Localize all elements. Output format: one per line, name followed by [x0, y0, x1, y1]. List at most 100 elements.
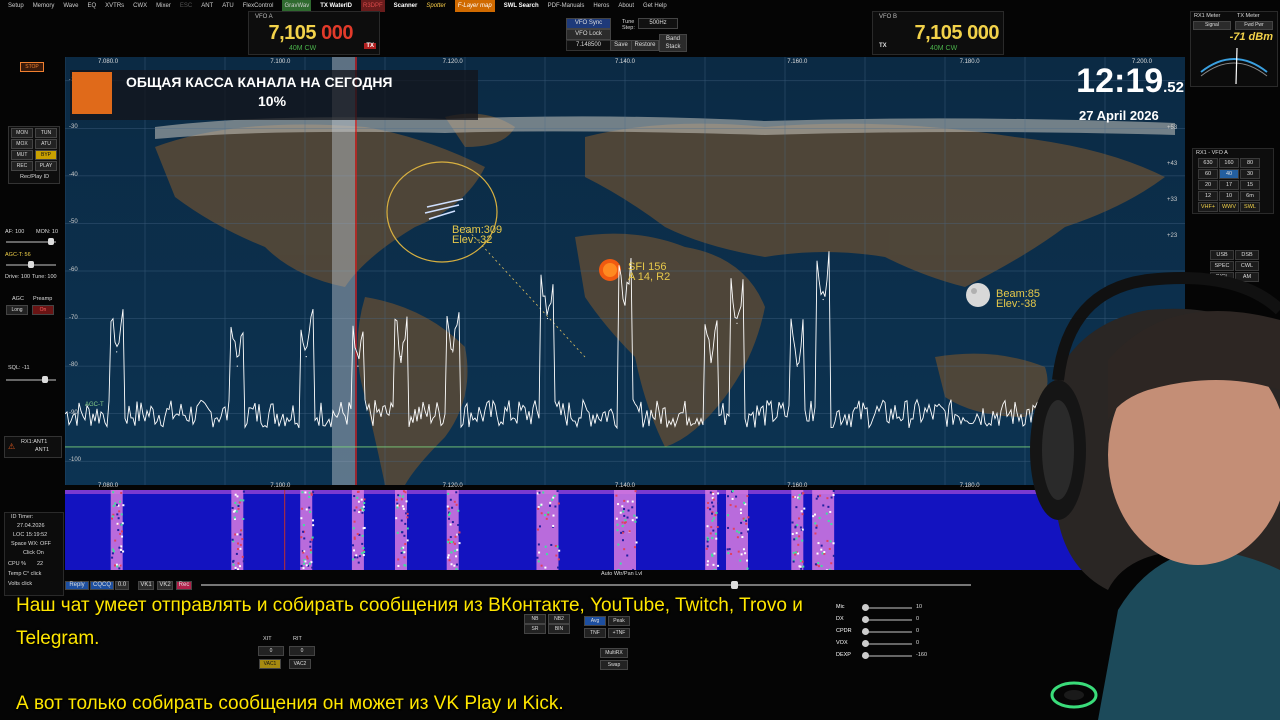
- vfo-sync-button[interactable]: VFO Sync: [566, 18, 611, 29]
- band-button-30[interactable]: 30: [1240, 169, 1260, 179]
- spectrum-peak: [710, 360, 712, 362]
- cqcq-button[interactable]: CQCQ: [90, 581, 114, 590]
- peak-button[interactable]: Peak: [608, 616, 630, 626]
- multirx-button[interactable]: MultiRX: [600, 648, 628, 658]
- left-button-mox[interactable]: MOX: [11, 139, 33, 149]
- vfo-b-panel[interactable]: VFO B 7,105 000 40M CW TX: [872, 11, 1004, 55]
- dx-value: 0: [916, 616, 920, 622]
- swap-button[interactable]: Swap: [600, 660, 628, 670]
- db-right-tick-label: +53: [1167, 125, 1178, 131]
- vfo-b-frequency[interactable]: 7,105 000: [915, 22, 1000, 45]
- vac2-button[interactable]: VAC2: [289, 659, 311, 669]
- menu-item-xvtrs[interactable]: XVTRs: [105, 0, 124, 12]
- af-slider[interactable]: [6, 238, 56, 245]
- sr-button[interactable]: SR: [524, 624, 546, 634]
- cpdr-slider[interactable]: [862, 628, 912, 635]
- menu-item-pdf-manuals[interactable]: PDF-Manuals: [548, 0, 585, 12]
- left-button-mut[interactable]: MUT: [11, 150, 33, 160]
- menu-item-get-help[interactable]: Get Help: [643, 0, 667, 12]
- menu-item-atu[interactable]: ATU: [222, 0, 234, 12]
- band-button-wwv[interactable]: WWV: [1219, 202, 1239, 212]
- db-tick-label: -100: [69, 457, 82, 464]
- band-button-17[interactable]: 17: [1219, 180, 1239, 190]
- pan-slider[interactable]: [201, 581, 971, 589]
- menu-item-eq[interactable]: EQ: [87, 0, 96, 12]
- restore-button[interactable]: Restore: [631, 40, 659, 51]
- band-button-20[interactable]: 20: [1198, 180, 1218, 190]
- xit-value[interactable]: 0: [258, 646, 284, 656]
- antenna-box[interactable]: ⚠ RX1:ANT1 ANT1: [4, 436, 62, 458]
- reply-button[interactable]: Reply: [65, 581, 89, 590]
- tx-meter-select[interactable]: Fwd Pwr: [1235, 21, 1273, 30]
- tune-step-select[interactable]: 500Hz: [638, 18, 678, 29]
- vfo-a-frequency[interactable]: 7,105 000: [269, 22, 354, 45]
- menu-item-memory[interactable]: Memory: [33, 0, 55, 12]
- vfo-b-tx-badge[interactable]: TX: [877, 43, 889, 49]
- menu-item-mixer[interactable]: Mixer: [156, 0, 171, 12]
- agc-slider[interactable]: [6, 261, 56, 268]
- vfo-a-panel[interactable]: VFO A 7,105 000 40M CW TX: [248, 11, 380, 55]
- volts-label[interactable]: Volts click: [8, 581, 32, 587]
- squelch-slider[interactable]: [6, 376, 56, 383]
- band-button-10[interactable]: 10: [1219, 191, 1239, 201]
- menu-item-f-layer-map[interactable]: F-Layer map: [454, 0, 495, 12]
- rec-button[interactable]: Rec: [176, 581, 192, 590]
- spectrum-peak: [624, 303, 626, 305]
- vfo-a-tx-badge[interactable]: TX: [364, 43, 376, 49]
- menu-item-cwx[interactable]: CWX: [133, 0, 147, 12]
- left-button-rec[interactable]: REC: [11, 161, 33, 171]
- vk1-button[interactable]: VK1: [138, 581, 154, 590]
- menu-item-esc[interactable]: ESC: [180, 0, 192, 12]
- left-button-byp[interactable]: BYP: [35, 150, 57, 160]
- menu-item-spotter[interactable]: Spotter: [426, 0, 445, 12]
- avg-button[interactable]: Avg: [584, 616, 606, 626]
- rx-meter-select[interactable]: Signal: [1193, 21, 1231, 30]
- band-panel: RX1 - VFO A 630 160 80 60 40 30 20 17 15 12 10 6m VH…: [1192, 148, 1274, 214]
- vfo-controls: VFO Sync VFO Lock 7.148500 Tune Step: 50…: [566, 15, 687, 53]
- band-button-80[interactable]: 80: [1240, 158, 1260, 168]
- mic-slider[interactable]: [862, 604, 912, 611]
- agc-mode-select[interactable]: Long: [6, 305, 28, 315]
- bin-button[interactable]: BIN: [548, 624, 570, 634]
- band-button-vhf[interactable]: VHF+: [1198, 202, 1218, 212]
- value-field[interactable]: 0.0: [115, 581, 129, 590]
- waterfall-display[interactable]: [65, 490, 1100, 570]
- left-button-play[interactable]: PLAY: [35, 161, 57, 171]
- temp-label[interactable]: Temp C° click: [8, 571, 41, 577]
- dx-slider[interactable]: [862, 616, 912, 623]
- band-stack-button[interactable]: Band Stack: [659, 34, 687, 52]
- click-on[interactable]: Click On: [23, 550, 44, 556]
- band-button-60[interactable]: 60: [1198, 169, 1218, 179]
- plus-tnf-button[interactable]: +TNF: [608, 628, 630, 638]
- vfo-lock-button[interactable]: VFO Lock: [566, 29, 611, 40]
- vox-slider[interactable]: [862, 640, 912, 647]
- band-button-15[interactable]: 15: [1240, 180, 1260, 190]
- band-button-40[interactable]: 40: [1219, 169, 1239, 179]
- spectrum-peak: [546, 317, 549, 320]
- left-button-mon[interactable]: MON: [11, 128, 33, 138]
- save-button[interactable]: Save: [610, 40, 632, 51]
- left-button-tun[interactable]: TUN: [35, 128, 57, 138]
- band-button-swl[interactable]: SWL: [1240, 202, 1260, 212]
- band-button-160[interactable]: 160: [1219, 158, 1239, 168]
- vac1-button[interactable]: VAC1: [259, 659, 281, 669]
- dexp-slider[interactable]: [862, 652, 912, 659]
- band-button-6m[interactable]: 6m: [1240, 191, 1260, 201]
- menu-item-heros[interactable]: Heros: [593, 0, 609, 12]
- band-button-630[interactable]: 630: [1198, 158, 1218, 168]
- menu-item-about[interactable]: About: [618, 0, 634, 12]
- left-button-atu[interactable]: ATU: [35, 139, 57, 149]
- menu-item-ant[interactable]: ANT: [201, 0, 213, 12]
- preamp-select[interactable]: On: [32, 305, 54, 315]
- menu-item-wave[interactable]: Wave: [63, 0, 78, 12]
- menu-item-setup[interactable]: Setup: [8, 0, 24, 12]
- menu-item-scanner[interactable]: Scanner: [394, 0, 418, 12]
- vk2-button[interactable]: VK2: [157, 581, 173, 590]
- tnf-button[interactable]: TNF: [584, 628, 606, 638]
- spectrum-peak: [796, 365, 798, 367]
- band-button-12[interactable]: 12: [1198, 191, 1218, 201]
- loc-time: LOC 15:19:52: [13, 532, 48, 538]
- rit-value[interactable]: 0: [289, 646, 315, 656]
- stop-button[interactable]: STOP: [20, 62, 44, 72]
- menu-item-swl-search[interactable]: SWL Search: [504, 0, 539, 12]
